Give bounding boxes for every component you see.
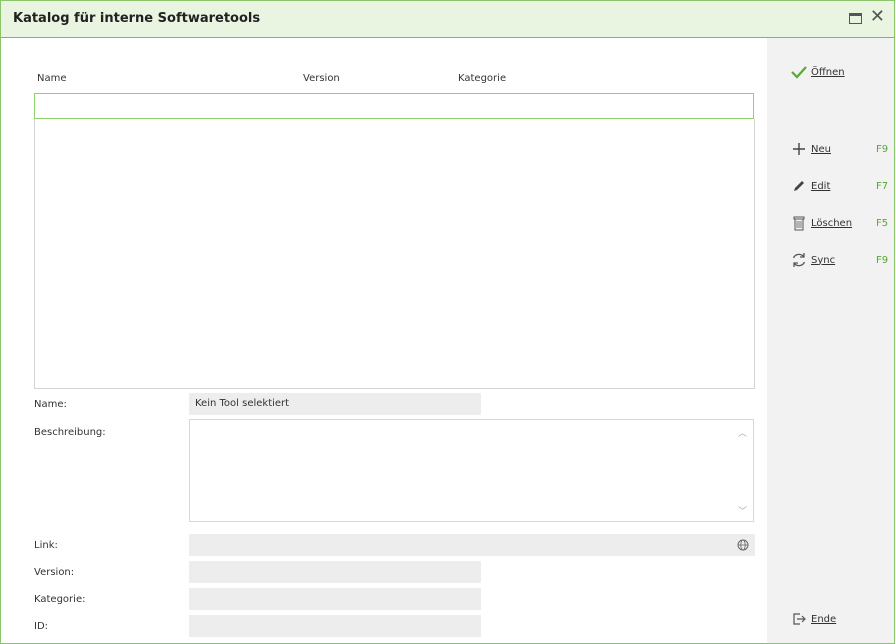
action-panel: [767, 38, 894, 643]
column-header-category[interactable]: Kategorie: [458, 73, 506, 84]
delete-shortcut: F5: [876, 218, 889, 229]
edit-label: Edit: [811, 180, 831, 192]
globe-icon[interactable]: [737, 539, 749, 551]
description-field[interactable]: ︿ ﹀: [189, 419, 754, 522]
end-button[interactable]: Ende: [790, 610, 836, 628]
description-label: Beschreibung:: [34, 427, 106, 438]
version-label: Version:: [34, 567, 75, 578]
delete-button[interactable]: Löschen: [790, 214, 852, 232]
link-field[interactable]: [189, 534, 755, 556]
new-label: Neu: [811, 143, 831, 155]
column-header-version[interactable]: Version: [303, 73, 340, 84]
catalog-window: Katalog für interne Softwaretools ✕ Name…: [0, 0, 895, 644]
plus-icon: [790, 140, 808, 158]
id-label: ID:: [34, 621, 49, 632]
delete-label: Löschen: [811, 217, 853, 229]
title-bar: Katalog für interne Softwaretools ✕: [1, 1, 894, 38]
scroll-up-icon[interactable]: ︿: [738, 426, 747, 439]
close-icon[interactable]: ✕: [870, 8, 885, 26]
name-label: Name:: [34, 399, 67, 410]
new-shortcut: F9: [876, 144, 889, 155]
scroll-down-icon[interactable]: ﹀: [738, 504, 747, 517]
edit-button[interactable]: Edit: [790, 177, 830, 195]
trash-icon: [790, 214, 808, 232]
sync-shortcut: F9: [876, 255, 889, 266]
window-title: Katalog für interne Softwaretools: [13, 11, 261, 26]
search-input[interactable]: [34, 93, 754, 119]
sync-icon: [790, 251, 808, 269]
tool-list[interactable]: [34, 119, 755, 389]
new-button[interactable]: Neu: [790, 140, 831, 158]
checkmark-icon: [790, 63, 808, 81]
open-button[interactable]: Öffnen: [790, 63, 845, 81]
sync-label: Sync: [811, 254, 836, 266]
exit-icon: [790, 610, 808, 628]
category-field: [189, 588, 481, 610]
column-header-name[interactable]: Name: [37, 73, 67, 84]
pencil-icon: [790, 177, 808, 195]
maximize-icon[interactable]: [849, 13, 862, 24]
id-field: [189, 615, 481, 637]
name-field: Kein Tool selektiert: [189, 393, 481, 415]
edit-shortcut: F7: [876, 181, 889, 192]
category-label: Kategorie:: [34, 594, 86, 605]
open-label: Öffnen: [811, 66, 845, 78]
end-label: Ende: [811, 613, 837, 625]
sync-button[interactable]: Sync: [790, 251, 835, 269]
version-field: [189, 561, 481, 583]
link-label: Link:: [34, 540, 58, 551]
